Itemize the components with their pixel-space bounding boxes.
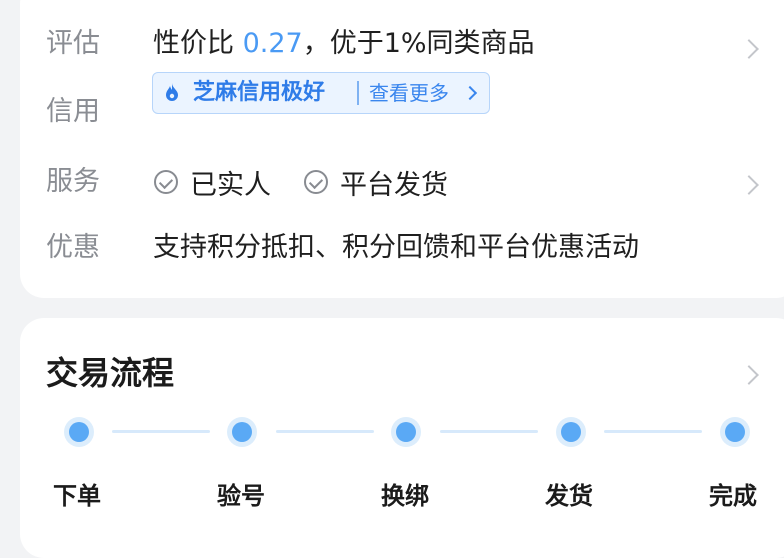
chevron-right-icon[interactable] (739, 175, 759, 195)
discount-label: 优惠 (46, 232, 100, 263)
value-ratio: 0.27 (242, 28, 303, 59)
chevron-right-icon[interactable] (739, 39, 759, 59)
progress-line (440, 430, 538, 433)
evaluation-row[interactable]: 评估 性价比 0.27，优于1%同类商品 (20, 14, 784, 74)
evaluation-suffix: ，优于1%同类商品 (302, 28, 535, 59)
evaluation-value: 性价比 0.27，优于1%同类商品 (153, 14, 535, 74)
discount-row: 优惠 支持积分抵扣、积分回馈和平台优惠活动 (20, 218, 784, 278)
step-dot (227, 417, 257, 447)
check-circle-icon (154, 170, 178, 194)
step-dot (556, 417, 586, 447)
progress-line (276, 430, 374, 433)
trade-process-card[interactable]: 交易流程 下单 验号 换绑 发货 完成 (20, 318, 784, 558)
service-label: 服务 (46, 166, 100, 197)
chevron-right-icon (462, 85, 478, 101)
credit-label: 信用 (46, 96, 100, 127)
step-label-order: 下单 (53, 482, 101, 510)
chevron-right-icon[interactable] (739, 365, 759, 385)
service-item-label: 已实人 (190, 169, 271, 201)
step-label-rebind: 换绑 (381, 482, 429, 510)
progress-line (604, 430, 702, 433)
service-item-platform-shipping: 平台发货 (304, 152, 448, 212)
check-circle-icon (304, 170, 328, 194)
discount-text: 支持积分抵扣、积分回馈和平台优惠活动 (153, 232, 639, 263)
step-label-ship: 发货 (545, 482, 593, 510)
service-item-label: 平台发货 (340, 169, 448, 201)
product-details-card: 评估 性价比 0.27，优于1%同类商品 信用 芝麻信用极好 查看更多 服务 已… (20, 0, 784, 298)
credit-badge-text: 芝麻信用极好 (193, 80, 326, 105)
service-item-verified: 已实人 (154, 152, 271, 212)
progress-line (112, 430, 210, 433)
evaluation-prefix: 性价比 (153, 28, 243, 59)
step-dot (64, 417, 94, 447)
section-title: 交易流程 (46, 354, 175, 392)
flame-icon (166, 83, 178, 101)
divider (357, 81, 359, 105)
step-label-verify: 验号 (217, 482, 265, 510)
step-label-complete: 完成 (709, 482, 757, 510)
credit-badge[interactable]: 芝麻信用极好 查看更多 (152, 72, 490, 114)
step-dot (720, 417, 750, 447)
view-more-link[interactable]: 查看更多 (369, 73, 449, 113)
evaluation-label: 评估 (46, 28, 100, 59)
service-row[interactable]: 服务 已实人 平台发货 (20, 152, 784, 212)
step-dot (391, 417, 421, 447)
